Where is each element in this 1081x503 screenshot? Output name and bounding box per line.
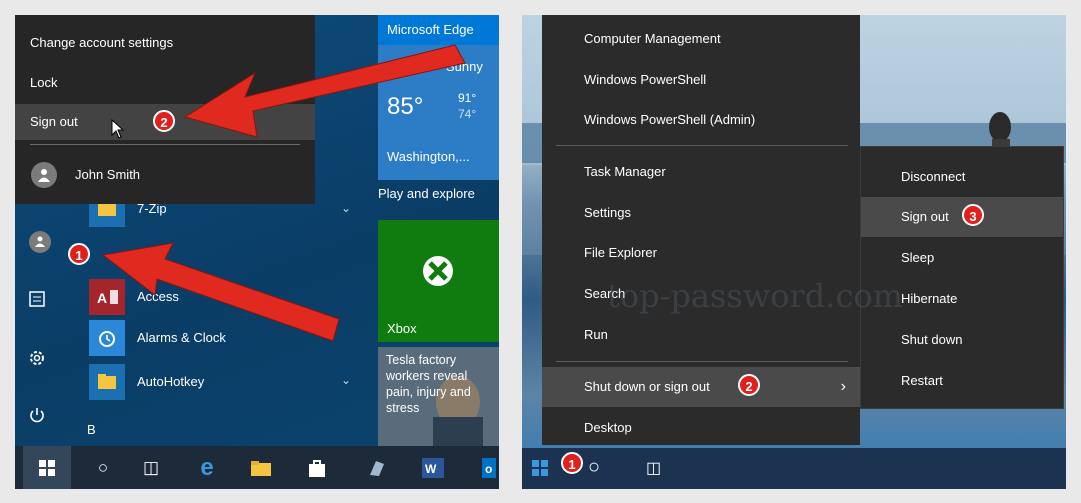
user-avatar-icon[interactable] [29,231,51,253]
app-item-alarms[interactable]: Alarms & Clock [89,320,359,356]
tile-group-title: Play and explore [378,186,475,201]
watermark: top-password.com [607,277,903,315]
submenu-item-sleep[interactable]: Sleep [861,238,1063,278]
chevron-right-icon: › [840,378,846,395]
cortana-search-icon[interactable]: ○ [588,456,600,479]
menu-item-windows-powershell-admin[interactable]: Windows PowerShell (Admin) [542,100,860,140]
file-explorer-icon[interactable] [241,446,281,489]
lock-item[interactable]: Lock [15,65,315,101]
task-view-icon[interactable]: ◫ [131,446,171,489]
start-menu-screenshot: 7-Zip ⌄ A A Access Alarms & Clock AutoHo… [15,15,499,489]
menu-item-task-manager[interactable]: Task Manager [542,152,860,192]
app-item-autohotkey[interactable]: AutoHotkey [89,364,359,400]
word-icon[interactable]: W [413,446,453,489]
submenu-item-shut-down[interactable]: Shut down [861,320,1063,360]
submenu-item-disconnect[interactable]: Disconnect [861,157,1063,197]
step-badge-2: 2 [738,374,760,396]
step-badge-3: 3 [962,204,984,226]
winx-menu-screenshot: top-password.com Computer Management Win… [522,15,1066,489]
letter-header-b[interactable]: B [87,420,359,440]
task-view-icon[interactable]: ◫ [646,458,661,478]
documents-icon[interactable] [25,287,49,311]
app-item-access[interactable]: A Access [89,279,359,315]
menu-item-label: Shut down or sign out [584,379,710,394]
menu-item-desktop[interactable]: Desktop [542,408,860,448]
store-icon[interactable] [297,446,337,489]
divider [556,145,848,146]
power-icon[interactable] [25,403,49,427]
step-badge-2: 2 [153,110,175,132]
svg-text:A: A [97,290,107,306]
taskbar: ○ ◫ [522,448,1066,489]
svg-text:W: W [425,462,437,476]
step-badge-1: 1 [561,452,583,474]
submenu-item-restart[interactable]: Restart [861,361,1063,401]
xbox-icon [423,256,453,286]
menu-item-run[interactable]: Run [542,315,860,355]
edge-browser-icon[interactable]: e [187,446,227,489]
user-row[interactable]: John Smith [15,155,315,195]
cortana-search-icon[interactable]: ○ [83,446,123,489]
taskbar: ○ ◫ e W o [15,446,499,489]
step-badge-1: 1 [68,243,90,265]
access-icon: A [89,279,125,315]
gear-icon[interactable] [25,346,49,370]
news-tile[interactable]: Tesla factory workers reveal pain, injur… [378,347,499,446]
menu-item-file-explorer[interactable]: File Explorer [542,233,860,273]
menu-item-shut-down-or-sign-out[interactable]: Shut down or sign out › [542,367,860,407]
divider [30,144,300,145]
chevron-down-icon[interactable]: ⌄ [341,201,351,215]
svg-text:o: o [485,462,492,476]
menu-item-settings[interactable]: Settings [542,193,860,233]
folder-icon [89,364,125,400]
winx-menu: Computer Management Windows PowerShell W… [542,15,860,445]
outlook-icon[interactable]: o [473,446,499,489]
change-account-settings-item[interactable]: Change account settings [15,25,315,61]
windows-start-icon[interactable] [532,460,548,481]
menu-item-computer-management[interactable]: Computer Management [542,19,860,59]
edge-tile[interactable]: Microsoft Edge [378,15,499,45]
menu-item-windows-powershell[interactable]: Windows PowerShell [542,60,860,100]
letter-header-a[interactable]: A [89,249,359,271]
user-avatar-icon [31,162,57,188]
weather-tile[interactable]: Sunny 85° 91° 74° Washington,... [378,45,499,180]
alarm-clock-icon [89,320,125,356]
windows-start-icon[interactable] [23,446,71,489]
user-name: John Smith [75,167,141,182]
xbox-tile[interactable]: Xbox [378,220,499,342]
chevron-down-icon[interactable]: ⌄ [341,373,351,387]
app-icon[interactable] [357,446,397,489]
divider [556,361,848,362]
mouse-cursor-icon [111,119,125,139]
